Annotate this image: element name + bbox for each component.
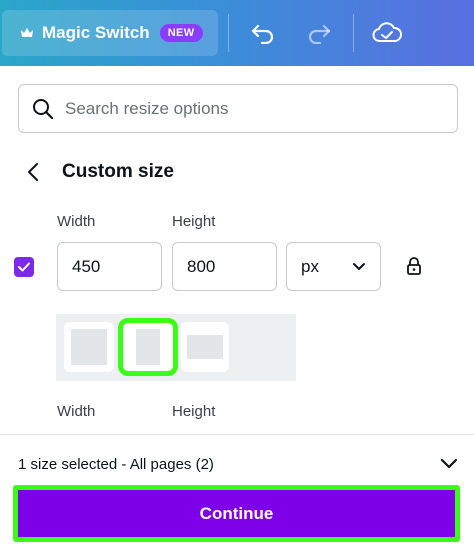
checkmark-icon (18, 262, 30, 272)
new-badge: NEW (159, 24, 203, 42)
width-input[interactable] (57, 242, 162, 291)
redo-icon (308, 24, 331, 44)
section-title: Custom size (62, 161, 174, 182)
undo-icon (251, 24, 274, 44)
second-height-label: Height (172, 403, 216, 420)
orientation-square[interactable] (64, 322, 114, 372)
orientation-options (56, 314, 296, 381)
back-button[interactable] (20, 159, 46, 185)
custom-size-header: Custom size (20, 156, 174, 188)
width-label: Width (57, 213, 96, 230)
chevron-left-icon (28, 163, 38, 181)
toolbar-divider (228, 14, 229, 52)
selection-summary-text: 1 size selected - All pages (2) (18, 455, 214, 473)
second-width-label: Width (57, 403, 96, 420)
unit-value: px (301, 256, 319, 276)
redo-button[interactable] (304, 18, 334, 48)
toolbar-divider (353, 14, 354, 52)
aspect-lock-button[interactable] (404, 256, 424, 276)
cloud-check-icon (372, 22, 402, 42)
orientation-landscape[interactable] (181, 322, 229, 372)
size-checkbox[interactable] (14, 257, 34, 277)
height-input[interactable] (172, 242, 277, 291)
save-status-button[interactable] (372, 18, 402, 48)
footer-divider (0, 434, 474, 435)
continue-button[interactable]: Continue (18, 490, 455, 537)
lock-icon (407, 257, 421, 275)
chevron-down-icon (440, 458, 458, 469)
continue-highlight: Continue (13, 485, 460, 542)
search-box[interactable] (18, 84, 458, 133)
orientation-portrait[interactable] (118, 318, 178, 376)
search-icon (33, 98, 54, 119)
editor-toolbar: Magic Switch NEW (0, 0, 474, 66)
selection-summary[interactable]: 1 size selected - All pages (2) (18, 452, 458, 476)
height-label: Height (172, 213, 216, 230)
unit-select[interactable]: px (286, 242, 381, 291)
portrait-shape (136, 329, 160, 365)
magic-switch-button[interactable]: Magic Switch NEW (2, 10, 218, 56)
square-shape (71, 329, 107, 365)
crown-icon (21, 28, 33, 37)
search-input[interactable] (65, 98, 445, 119)
landscape-shape (187, 335, 223, 359)
chevron-down-icon (353, 262, 365, 270)
undo-button[interactable] (248, 18, 278, 48)
magic-switch-label: Magic Switch (42, 23, 150, 42)
